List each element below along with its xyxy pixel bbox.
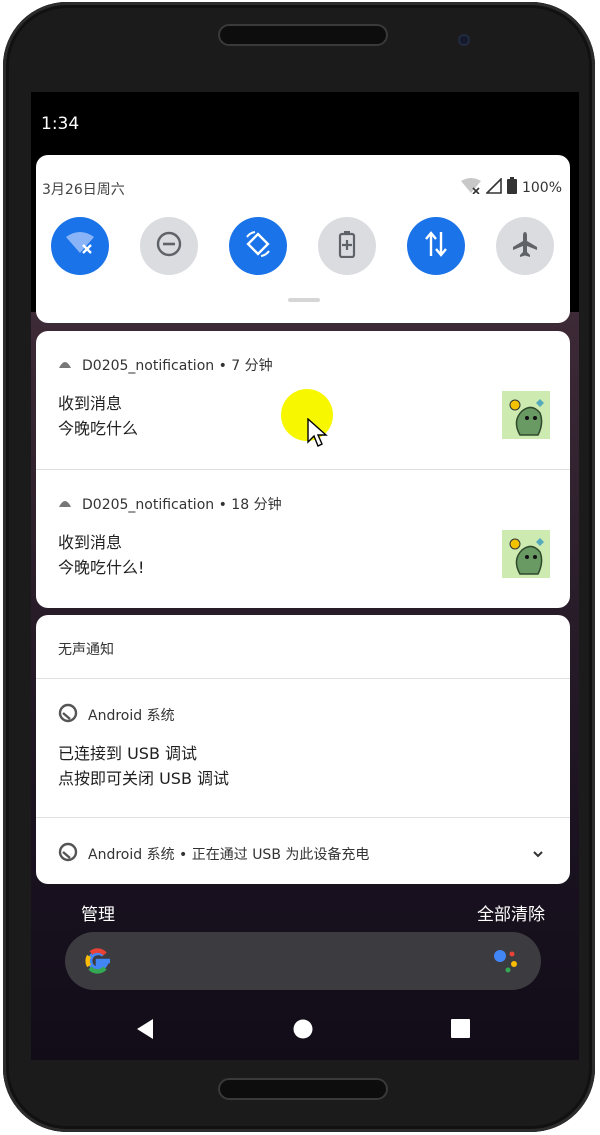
phone-frame: 1:34 3月26日周六 100% D0205_notification • 7… (3, 2, 595, 1132)
google-g-icon (83, 946, 113, 980)
android-system-icon (58, 703, 78, 727)
manage-button[interactable]: 管理 (81, 900, 115, 925)
notification-content: 收到消息 今晚吃什么! (58, 530, 144, 580)
battery-level: 100% (521, 179, 562, 196)
home-icon[interactable] (293, 1019, 313, 1043)
qs-drag-handle[interactable] (288, 298, 320, 302)
notification-app-name: D0205_notification (82, 358, 215, 374)
signal-icon (485, 176, 502, 198)
auto-rotate-tile[interactable] (229, 217, 287, 275)
mobile-data-tile[interactable] (407, 217, 465, 275)
notification-time: • 18 分钟 (218, 497, 282, 513)
notification-text: 点按即可关闭 USB 调试 (58, 769, 230, 788)
notification-app-name: D0205_notification (82, 497, 215, 513)
bottom-speaker (218, 1078, 388, 1100)
data-transfer-icon (423, 230, 449, 262)
battery-saver-tile[interactable] (318, 217, 376, 275)
notification-title: 收到消息 (58, 533, 123, 552)
wifi-off-status-icon (460, 177, 481, 198)
google-assistant-icon[interactable] (491, 946, 521, 980)
notification-header: D0205_notification • 18 分钟 (58, 494, 282, 514)
notification-title: 收到消息 (58, 394, 123, 413)
silent-section-label: 无声通知 (58, 642, 114, 658)
navigation-bar (31, 1010, 579, 1050)
notification-summary: • 正在通过 USB 为此设备充电 (179, 847, 370, 863)
do-not-disturb-icon (155, 230, 183, 262)
usb-debug-notification[interactable]: Android 系统 已连接到 USB 调试 点按即可关闭 USB 调试 (36, 679, 570, 817)
notification-text: 今晚吃什么! (58, 558, 145, 577)
airplane-icon (511, 230, 539, 262)
top-speaker (218, 24, 388, 46)
notification-header: D0205_notification • 7 分钟 (58, 355, 273, 375)
airplane-mode-tile[interactable] (496, 217, 554, 275)
silent-notifications-card: 无声通知 Android 系统 已连接到 USB 调试 点按即可关闭 USB 调… (36, 615, 570, 884)
screen: 1:34 3月26日周六 100% D0205_notification • 7… (31, 92, 579, 1060)
qs-date[interactable]: 3月26日周六 (42, 179, 125, 199)
notification-app-name: Android 系统 (88, 708, 175, 724)
android-system-icon (58, 842, 78, 866)
app-icon (58, 357, 72, 373)
expand-chevron-icon[interactable] (532, 844, 544, 863)
notification-title: 已连接到 USB 调试 (58, 744, 198, 763)
auto-rotate-icon (243, 229, 273, 263)
app-icon (58, 496, 72, 512)
notification-content: 已连接到 USB 调试 点按即可关闭 USB 调试 (58, 741, 229, 791)
mouse-pointer-icon (307, 417, 329, 452)
charging-notification[interactable]: Android 系统 • 正在通过 USB 为此设备充电 (36, 818, 570, 884)
front-camera (458, 34, 470, 46)
notification-header: Android 系统 • 正在通过 USB 为此设备充电 (58, 842, 369, 866)
recents-icon[interactable] (451, 1019, 470, 1042)
status-clock: 1:34 (41, 114, 80, 134)
quick-tiles (51, 217, 557, 277)
notification-text: 今晚吃什么 (58, 419, 139, 438)
wifi-off-icon (65, 231, 95, 261)
wifi-tile[interactable] (51, 217, 109, 275)
quick-settings-panel: 3月26日周六 100% (36, 155, 570, 323)
notification-header: Android 系统 (58, 703, 175, 727)
notification-thumbnail (502, 391, 550, 439)
notification-item[interactable]: D0205_notification • 18 分钟 收到消息 今晚吃什么! (36, 470, 570, 608)
battery-icon (506, 177, 517, 198)
notification-content: 收到消息 今晚吃什么 (58, 391, 138, 441)
google-search-bar[interactable] (65, 932, 541, 990)
notification-app-name: Android 系统 (88, 847, 175, 863)
notification-time: • 7 分钟 (218, 358, 273, 374)
notification-thumbnail (502, 530, 550, 578)
clear-all-button[interactable]: 全部清除 (477, 900, 545, 925)
qs-status-icons: 100% (460, 176, 562, 198)
notifications-card: D0205_notification • 7 分钟 收到消息 今晚吃什么 D02… (36, 331, 570, 608)
battery-saver-icon (338, 230, 356, 262)
back-icon[interactable] (135, 1018, 155, 1044)
dnd-tile[interactable] (140, 217, 198, 275)
